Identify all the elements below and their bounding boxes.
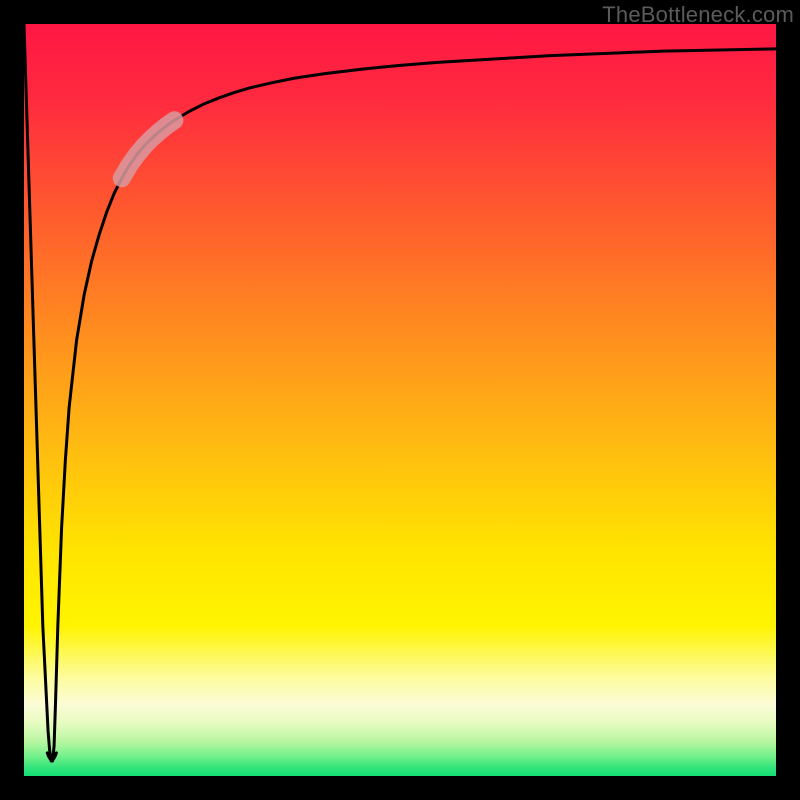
bottleneck-chart <box>24 24 776 776</box>
gradient-background <box>24 24 776 776</box>
plot-area <box>24 24 776 776</box>
chart-frame: TheBottleneck.com <box>0 0 800 800</box>
watermark-text: TheBottleneck.com <box>602 2 794 28</box>
